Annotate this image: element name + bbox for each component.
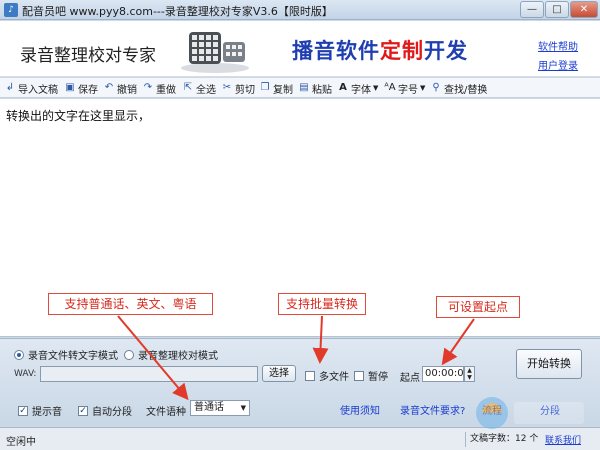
checkbox-checked: ✓ [78,405,88,416]
redo-label: 重做 [156,84,176,96]
select-all-button[interactable]: ⇱ 全选 [182,80,216,96]
slogan: 播音软件定制开发 [292,35,468,65]
undo-button[interactable]: ↶ 撤销 [103,80,137,96]
slogan-part2: 定制 [380,39,424,63]
select-all-label: 全选 [196,84,216,96]
close-button[interactable]: ✕ [570,1,598,18]
help-link[interactable]: 软件帮助 [538,38,578,53]
radio-dot-off [124,349,134,360]
import-button[interactable]: ↲ 导入文稿 [4,80,58,96]
time-spinner[interactable]: ▲ ▼ [464,366,475,382]
start-time-input[interactable]: 00:00:00 [422,366,470,382]
mode-proofread-radio[interactable]: 录音整理校对模式 [124,347,218,362]
checkbox-checked: ✓ [18,405,28,416]
mode-transcribe-radio[interactable]: 录音文件转文字模式 [14,347,118,362]
mode-transcribe-label: 录音文件转文字模式 [28,351,118,362]
cut-label: 剪切 [235,84,255,96]
pause-label: 暂停 [368,372,388,383]
callout-batch: 支持批量转换 [278,293,366,315]
word-count: 文稿字数：12 个 [465,432,541,447]
font-size-icon: ᴬA [384,82,396,93]
language-label: 文件语种 [146,407,186,418]
language-select[interactable]: 普通话 ▼ [190,400,250,416]
font-size-dropdown-icon: ▼ [420,84,426,92]
copy-label: 复制 [273,84,293,96]
checkbox-box [354,370,364,381]
font-label: 字体 [351,84,371,96]
paste-icon: ▤ [299,82,309,93]
redo-button[interactable]: ↷ 重做 [142,80,176,96]
split-link[interactable]: 分段 [540,402,560,417]
pause-checkbox[interactable]: 暂停 [354,368,388,383]
radio-dot-on [14,349,24,360]
app-icon: ♪ [4,3,18,17]
font-size-label: 字号 [398,84,418,96]
app-name: 录音整理校对专家 [20,46,156,66]
editor-content[interactable]: 转换出的文字在这里显示， [6,107,150,124]
chevron-down-icon: ▼ [240,404,246,412]
import-label: 导入文稿 [18,84,58,96]
usage-notes-link[interactable]: 使用须知 [340,402,380,417]
select-file-button[interactable]: 选择 [262,365,296,382]
cut-button[interactable]: ✂ 剪切 [221,80,255,96]
multi-file-label: 多文件 [319,372,349,383]
callout-languages: 支持普通话、英文、粤语 [48,293,213,315]
language-value: 普通话 [194,402,224,413]
auto-paragraph-checkbox[interactable]: ✓ 自动分段 [78,403,132,418]
find-replace-button[interactable]: ⚲ 查找/替换 [430,80,487,96]
cube-logo-icon [181,32,249,73]
find-replace-icon: ⚲ [432,82,440,93]
wav-label: WAV: [14,369,37,379]
minimize-button[interactable]: — [520,1,544,18]
undo-icon: ↶ [104,82,114,93]
save-icon: ▣ [65,82,75,93]
beep-label: 提示音 [32,407,62,418]
paste-label: 粘贴 [312,84,332,96]
font-size-button[interactable]: ᴬA 字号 ▼ [384,80,425,96]
import-icon: ↲ [5,82,15,93]
callout-start-point: 可设置起点 [436,296,520,318]
file-requirements-link[interactable]: 录音文件要求? [400,402,465,417]
find-replace-label: 查找/替换 [444,84,488,96]
login-link[interactable]: 用户登录 [538,57,578,72]
save-button[interactable]: ▣ 保存 [64,80,98,96]
auto-paragraph-label: 自动分段 [92,407,132,418]
window-title: 配音员吧 www.pyy8.com---录音整理校对专家V3.6【限时版】 [22,5,333,18]
font-dropdown-icon: ▼ [373,84,379,92]
copy-button[interactable]: ❐ 复制 [259,80,293,96]
title-bar[interactable]: ♪ 配音员吧 www.pyy8.com---录音整理校对专家V3.6【限时版】 … [0,0,600,20]
banner: 录音整理校对专家 播音软件定制开发 软件帮助 用户登录 [0,21,600,77]
select-all-icon: ⇱ [183,82,193,93]
wav-path-input[interactable] [40,366,258,382]
copy-icon: ❐ [260,82,270,93]
font-button[interactable]: A 字体 ▼ [337,80,378,96]
paste-button[interactable]: ▤ 粘贴 [298,80,332,96]
save-label: 保存 [78,84,98,96]
contact-link[interactable]: 联系我们 [545,433,581,446]
cut-icon: ✂ [222,82,232,93]
toolbar: ↲ 导入文稿 ▣ 保存 ↶ 撤销 ↷ 重做 ⇱ 全选 ✂ 剪切 ❐ 复制 ▤ 粘贴 A 字体 ▼ ᴬ… [0,78,600,98]
start-point-label: 起点 [400,373,420,384]
slogan-part3: 开发 [424,39,468,63]
flow-link[interactable]: 流程 [482,402,502,417]
font-icon: A [339,82,347,93]
redo-icon: ↷ [143,82,153,93]
slogan-part1: 播音软件 [292,39,380,63]
start-convert-button[interactable]: 开始转换 [516,349,582,379]
multi-file-checkbox[interactable]: 多文件 [305,368,349,383]
status-text: 空闲中 [6,437,36,448]
maximize-button[interactable]: □ [545,1,569,18]
checkbox-box [305,370,315,381]
status-bar: 空闲中 文稿字数：12 个 联系我们 [0,427,600,450]
mode-proofread-label: 录音整理校对模式 [138,351,218,362]
beep-checkbox[interactable]: ✓ 提示音 [18,403,62,418]
control-panel: 录音文件转文字模式 录音整理校对模式 WAV: 选择 多文件 暂停 起点 00:… [0,338,600,426]
undo-label: 撤销 [117,84,137,96]
